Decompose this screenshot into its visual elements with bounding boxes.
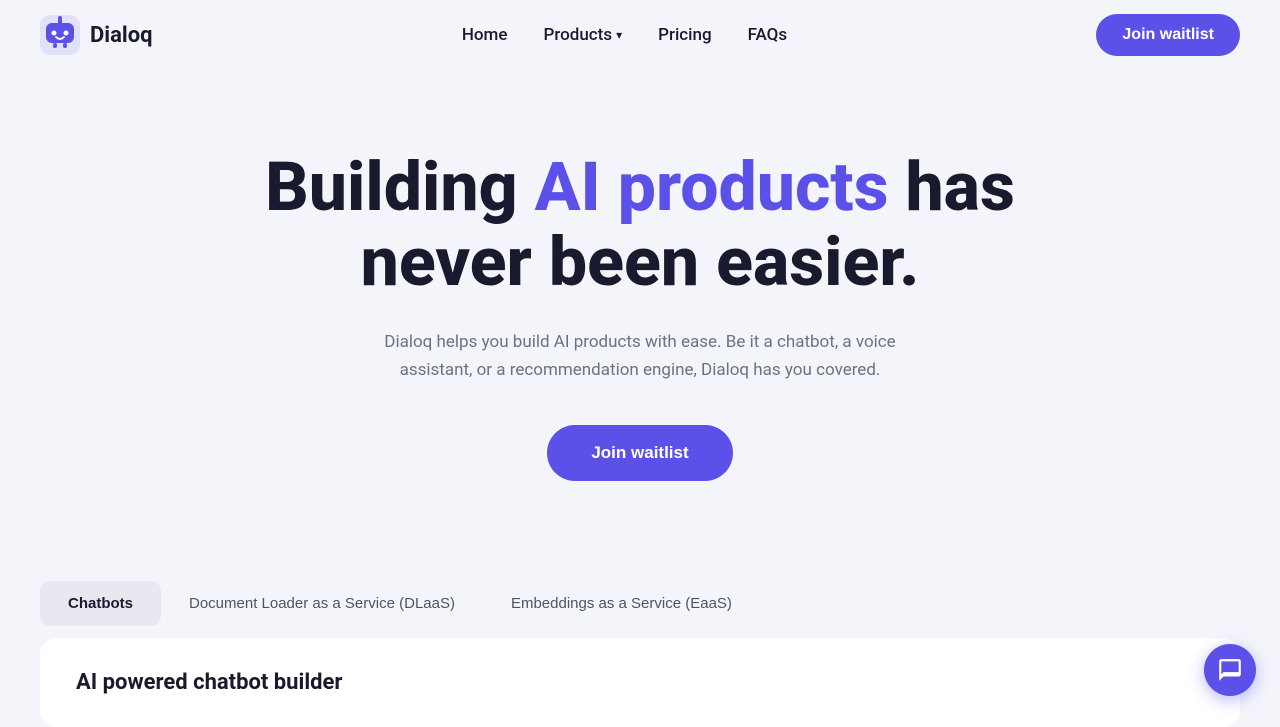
tab-content-card: AI powered chatbot builder [40,638,1240,727]
chat-widget-button[interactable] [1204,644,1256,696]
logo-icon [40,15,80,55]
hero-section: Building AI products has never been easi… [0,70,1280,541]
tabs-section: Chatbots Document Loader as a Service (D… [0,581,1280,727]
join-waitlist-hero-button[interactable]: Join waitlist [547,425,732,481]
hero-title: Building AI products has never been easi… [190,150,1090,300]
join-waitlist-nav-button[interactable]: Join waitlist [1096,14,1240,56]
chevron-down-icon: ▾ [616,28,622,42]
content-card-title: AI powered chatbot builder [76,670,1204,695]
navbar: Dialoq Home Products ▾ Pricing FAQs Join… [0,0,1280,70]
tab-dlaas[interactable]: Document Loader as a Service (DLaaS) [161,581,483,626]
hero-subtitle: Dialoq helps you build AI products with … [350,328,930,386]
nav-pricing[interactable]: Pricing [658,25,712,45]
tab-eaas[interactable]: Embeddings as a Service (EaaS) [483,581,760,626]
brand-name: Dialoq [90,23,153,48]
nav-products[interactable]: Products ▾ [543,25,622,45]
chat-icon [1217,657,1243,683]
logo-link[interactable]: Dialoq [40,15,153,55]
tabs-row: Chatbots Document Loader as a Service (D… [40,581,1240,626]
tab-chatbots[interactable]: Chatbots [40,581,161,626]
nav-home[interactable]: Home [462,25,508,45]
hero-highlight: AI products [535,147,889,227]
nav-faqs[interactable]: FAQs [748,25,788,45]
nav-links: Home Products ▾ Pricing FAQs [462,25,787,45]
